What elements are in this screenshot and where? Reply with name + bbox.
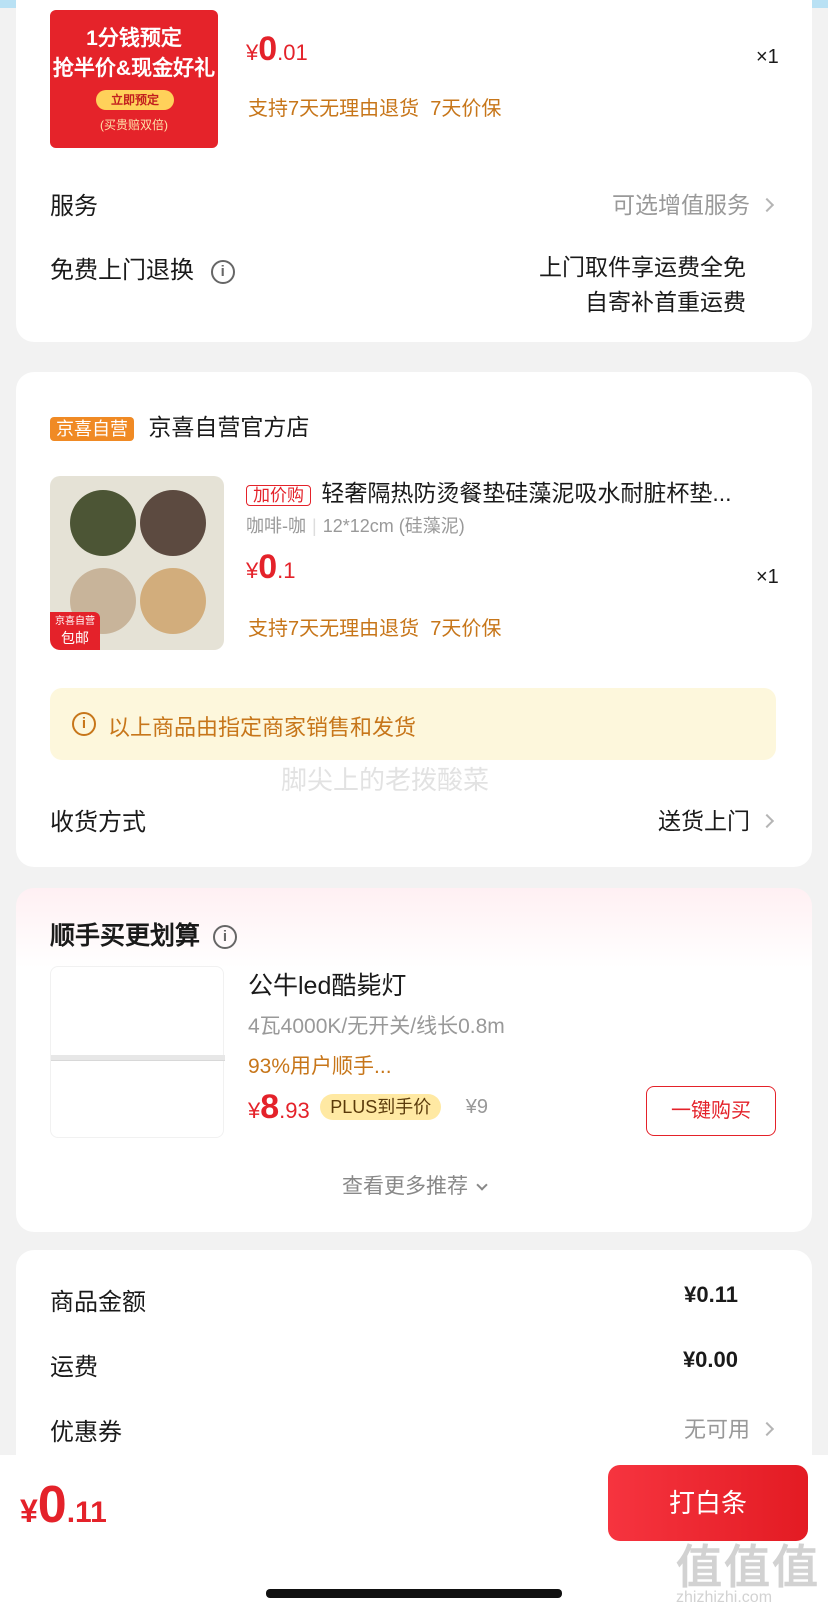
free-return-line1: 上门取件享运费全免	[539, 254, 746, 280]
lamp-bar	[51, 1055, 225, 1061]
plus-price-badge: PLUS到手价	[320, 1094, 442, 1120]
product-quantity: ×1	[756, 566, 779, 588]
merchant-notice: i 以上商品由指定商家销售和发货	[50, 688, 776, 760]
see-more-recommendations[interactable]: 查看更多推荐	[16, 1170, 812, 1200]
recommend-card: 顺手买更划算 i 公牛led酷毙灯 4瓦4000K/无开关/线长0.8m 93%…	[16, 888, 812, 1232]
recommend-product-spec: 4瓦4000K/无开关/线长0.8m	[248, 1015, 505, 1038]
product-image-lamp[interactable]	[50, 966, 225, 1138]
promo-headline: 1分钱预定	[86, 27, 182, 50]
item-quantity: ×1	[756, 46, 779, 68]
info-icon[interactable]: i	[210, 259, 235, 284]
original-price: ¥9	[465, 1096, 488, 1118]
site-url-watermark: zhizhizhi.com	[676, 1589, 773, 1606]
chevron-right-icon	[759, 1422, 775, 1437]
delivery-label: 收货方式	[50, 809, 146, 836]
store-card: 京喜自营 京喜自营官方店 京喜自营 包邮 加价购 轻奢隔热防烫餐垫硅藻泥吸水耐脏…	[16, 372, 812, 867]
product-image-promo[interactable]: 1分钱预定 抢半价&现金好礼 立即预定 (买贵赔双倍)	[50, 10, 218, 148]
store-name: 京喜自营官方店	[148, 414, 310, 440]
order-summary-card: 商品金额 ¥0.11 运费 ¥0.00 优惠券 无可用	[16, 1250, 812, 1480]
one-click-buy-button[interactable]: 一键购买	[646, 1086, 776, 1136]
order-item-card: 1分钱预定 抢半价&现金好礼 立即预定 (买贵赔双倍) ¥0.01 ×1 支持7…	[16, 0, 812, 342]
mat-teapot-green	[70, 490, 136, 556]
product-guarantees: 支持7天无理由退货 7天价保	[248, 618, 502, 640]
product-image-mats[interactable]: 京喜自营 包邮	[50, 476, 224, 650]
promo-subline: 抢半价&现金好礼	[52, 57, 216, 80]
self-operated-tag: 京喜自营	[50, 417, 134, 441]
summary-label-goods: 商品金额	[50, 1289, 146, 1316]
service-value[interactable]: 可选增值服务	[612, 186, 775, 220]
home-indicator[interactable]	[266, 1589, 562, 1598]
user-watermark: 脚尖上的老拨酸菜	[281, 765, 490, 795]
info-icon[interactable]: i	[212, 925, 237, 950]
info-icon: i	[72, 712, 96, 736]
product-title-row[interactable]: 加价购 轻奢隔热防烫餐垫硅藻泥吸水耐脏杯垫...	[246, 474, 786, 508]
summary-value-shipping: ¥0.00	[682, 1347, 738, 1372]
coupon-value[interactable]: 无可用	[684, 1412, 775, 1444]
free-return-label: 免费上门退换 i	[50, 250, 235, 285]
store-header[interactable]: 京喜自营 京喜自营官方店	[50, 408, 309, 442]
pay-with-baitiao-button[interactable]: 打白条	[608, 1465, 808, 1541]
merchant-notice-text: 以上商品由指定商家销售和发货	[108, 715, 417, 740]
summary-label-shipping: 运费	[50, 1354, 98, 1381]
product-price: ¥0.1	[246, 548, 296, 586]
checkout-bar: ¥0.11 打白条 值值值 zhizhizhi.com	[0, 1455, 828, 1617]
mat-cup-brown	[140, 490, 206, 556]
add-on-tag: 加价购	[246, 485, 311, 506]
free-return-line2: 自寄补首重运费	[585, 289, 746, 315]
summary-label-coupon: 优惠券	[50, 1419, 122, 1446]
image-badge: 京喜自营 包邮	[50, 612, 100, 650]
product-title: 轻奢隔热防烫餐垫硅藻泥吸水耐脏杯垫...	[321, 480, 732, 506]
product-spec[interactable]: 咖啡-咖 | 12*12cm (硅藻泥)	[246, 512, 465, 538]
chevron-right-icon	[759, 197, 775, 212]
delivery-value[interactable]: 送货上门	[658, 802, 775, 836]
chevron-down-icon	[476, 1179, 488, 1191]
total-price: ¥0.11	[20, 1476, 107, 1534]
chevron-right-icon	[759, 813, 775, 828]
recommend-price-row: ¥8.93 PLUS到手价 ¥9	[248, 1088, 488, 1127]
site-logo-watermark: 值值值	[676, 1541, 820, 1593]
item-price: ¥0.01	[246, 30, 308, 68]
promo-button: 立即预定	[96, 90, 174, 110]
promo-note: (买贵赔双倍)	[100, 118, 168, 132]
summary-value-goods: ¥0.11	[684, 1282, 738, 1307]
recommend-price: ¥8.93	[248, 1088, 310, 1126]
service-label: 服务	[50, 193, 98, 220]
item-guarantees: 支持7天无理由退货 7天价保	[248, 98, 502, 120]
recommend-title: 顺手买更划算 i	[50, 916, 237, 952]
recommend-product-note: 93%用户顺手...	[248, 1055, 392, 1078]
mat-mug-tan	[140, 568, 206, 634]
recommend-product-name[interactable]: 公牛led酷毙灯	[248, 966, 406, 1002]
